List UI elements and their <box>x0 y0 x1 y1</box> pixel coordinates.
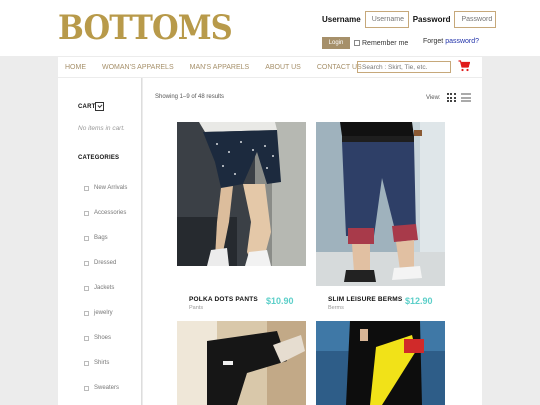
cart-empty-text: No items in cart. <box>78 125 125 132</box>
username-label: Username <box>322 15 361 24</box>
category-label: jewelry <box>94 310 113 316</box>
category-dressed[interactable]: Dressed <box>84 260 116 266</box>
remember-me-label: Remember me <box>362 39 409 47</box>
remember-me[interactable]: Remember me <box>354 40 408 47</box>
grid-view-icon[interactable] <box>446 93 456 102</box>
category-checkbox[interactable] <box>84 310 89 316</box>
category-checkbox[interactable] <box>84 185 89 191</box>
forget-prefix: Forget <box>423 38 446 45</box>
password-label: Password <box>412 15 451 24</box>
product-name[interactable]: POLKA DOTS PANTS <box>189 296 258 303</box>
forget-password: Forget password? <box>423 38 479 45</box>
cart-box-icon <box>95 102 104 111</box>
password-input[interactable] <box>454 11 497 28</box>
category-label: Shoes <box>94 335 112 341</box>
category-label: Sweaters <box>94 385 120 391</box>
category-checkbox[interactable] <box>84 360 89 366</box>
nav-about-us[interactable]: ABOUT US <box>265 64 301 71</box>
category-shoes[interactable]: Shoes <box>84 335 111 341</box>
category-label: Jackets <box>94 285 115 291</box>
product-category: Pants <box>189 305 204 311</box>
category-checkbox[interactable] <box>84 210 89 216</box>
category-checkbox[interactable] <box>84 385 89 391</box>
product-name[interactable]: SLIM LEISURE BERMS <box>328 296 402 303</box>
category-new-arrivals[interactable]: New Arrivals <box>84 185 127 191</box>
category-label: Shirts <box>94 360 110 366</box>
main-nav: HOME WOMAN'S APPARELS MAN'S APPARELS ABO… <box>58 57 482 77</box>
product-price: $10.90 <box>266 296 294 306</box>
category-jewelry[interactable]: jewelry <box>84 310 113 316</box>
shopping-cart-icon[interactable] <box>458 60 470 72</box>
nav-contact-us[interactable]: CONTACT US <box>317 64 362 71</box>
login-form: Username Password <box>322 11 497 28</box>
product-category: Berms <box>328 305 344 311</box>
site-logo[interactable]: BOTTOMS <box>58 8 233 48</box>
category-label: Bags <box>94 235 108 241</box>
forget-password-link[interactable]: password? <box>445 38 479 45</box>
nav-mans-apparels[interactable]: MAN'S APPARELS <box>190 64 250 71</box>
product-image-slim-leisure-berms[interactable] <box>316 122 445 286</box>
cart-title: CART <box>78 104 96 110</box>
product-image-3[interactable] <box>177 321 306 405</box>
remember-me-checkbox[interactable] <box>354 40 360 46</box>
search-input[interactable]: Search : Skirt, Tie, etc. <box>357 61 451 73</box>
category-label: New Arrivals <box>94 185 128 191</box>
product-image-4[interactable] <box>316 321 445 405</box>
view-toggle: View: <box>426 93 471 102</box>
login-actions: Login Remember me <box>322 37 408 49</box>
list-view-icon[interactable] <box>460 93 471 102</box>
site-header: BOTTOMS Username Password Login Remember… <box>0 0 540 56</box>
product-price: $12.90 <box>405 296 433 306</box>
sidebar: CART No items in cart. CATEGORIES New Ar… <box>58 78 142 405</box>
category-shirts[interactable]: Shirts <box>84 360 109 366</box>
username-input[interactable] <box>364 11 409 28</box>
category-label: Dressed <box>94 260 117 266</box>
category-checkbox[interactable] <box>84 335 89 341</box>
categories-title: CATEGORIES <box>78 155 120 161</box>
view-label: View: <box>426 94 441 101</box>
category-label: Accessories <box>94 210 127 216</box>
results-count: Showing 1–9 of 48 results <box>155 94 225 100</box>
nav-womans-apparels[interactable]: WOMAN'S APPARELS <box>102 64 174 71</box>
product-image-polka-dots-pants[interactable] <box>177 122 306 266</box>
category-bags[interactable]: Bags <box>84 235 108 241</box>
category-checkbox[interactable] <box>84 260 89 266</box>
category-jackets[interactable]: Jackets <box>84 285 114 291</box>
login-button[interactable]: Login <box>322 37 350 49</box>
category-accessories[interactable]: Accessories <box>84 210 126 216</box>
category-sweaters[interactable]: Sweaters <box>84 385 119 391</box>
nav-home[interactable]: HOME <box>65 64 86 71</box>
product-listing: Showing 1–9 of 48 results View: POLKA DO… <box>143 78 482 405</box>
category-checkbox[interactable] <box>84 285 89 291</box>
category-checkbox[interactable] <box>84 235 89 241</box>
